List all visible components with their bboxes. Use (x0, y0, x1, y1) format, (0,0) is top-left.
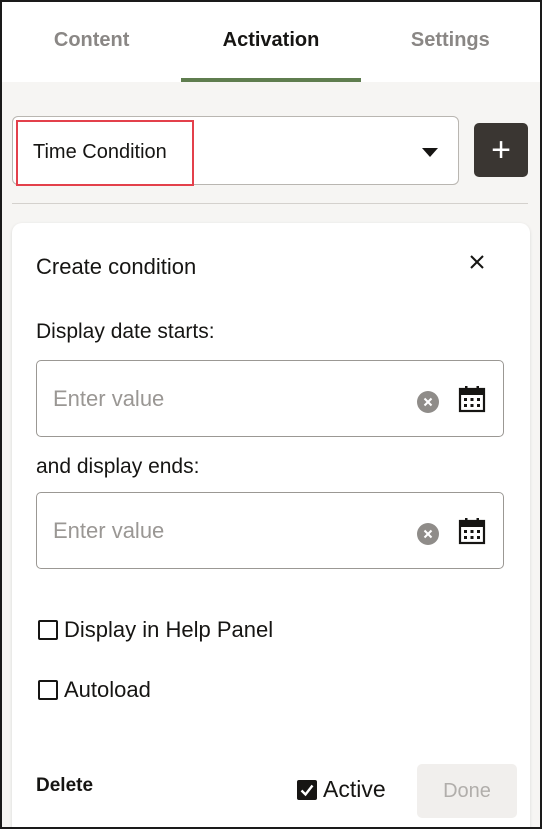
help-panel-option[interactable]: Display in Help Panel (38, 617, 273, 643)
autoload-label: Autoload (64, 677, 151, 702)
active-label: Active (323, 776, 386, 802)
help-panel-checkbox[interactable] (38, 620, 58, 640)
tab-activation[interactable]: Activation (181, 2, 361, 82)
condition-select[interactable]: Time Condition (12, 116, 459, 186)
tab-content[interactable]: Content (2, 2, 181, 82)
caret-down-icon (422, 148, 438, 157)
check-icon (300, 784, 314, 796)
calendar-icon[interactable] (458, 517, 486, 545)
add-condition-button[interactable]: + (474, 123, 528, 177)
card-title: Create condition (36, 254, 197, 279)
start-date-input[interactable] (53, 383, 393, 415)
condition-select-value: Time Condition (33, 141, 167, 163)
end-date-label: and display ends: (36, 455, 200, 478)
close-icon[interactable] (466, 251, 488, 273)
active-option[interactable]: Active (297, 776, 386, 803)
delete-button[interactable]: Delete (36, 775, 93, 797)
autoload-checkbox[interactable] (38, 680, 58, 700)
help-panel-label: Display in Help Panel (64, 617, 274, 642)
active-checkbox[interactable] (297, 779, 317, 800)
plus-icon: + (491, 130, 511, 169)
end-date-field (36, 492, 504, 569)
tab-bar: Content Activation Settings (2, 2, 540, 82)
autoload-option[interactable]: Autoload (38, 677, 151, 703)
start-date-field (36, 360, 504, 437)
calendar-icon[interactable] (458, 385, 486, 413)
divider (12, 203, 528, 204)
create-condition-card: Create condition Display date starts: En… (12, 223, 530, 827)
done-button[interactable]: Done (417, 764, 517, 818)
app-frame: Content Activation Settings Time Conditi… (0, 0, 542, 829)
clear-icon[interactable] (417, 523, 439, 545)
clear-icon[interactable] (417, 391, 439, 413)
start-date-label: Display date starts: (36, 320, 215, 343)
tab-settings[interactable]: Settings (361, 2, 540, 82)
end-date-input[interactable] (53, 515, 393, 547)
